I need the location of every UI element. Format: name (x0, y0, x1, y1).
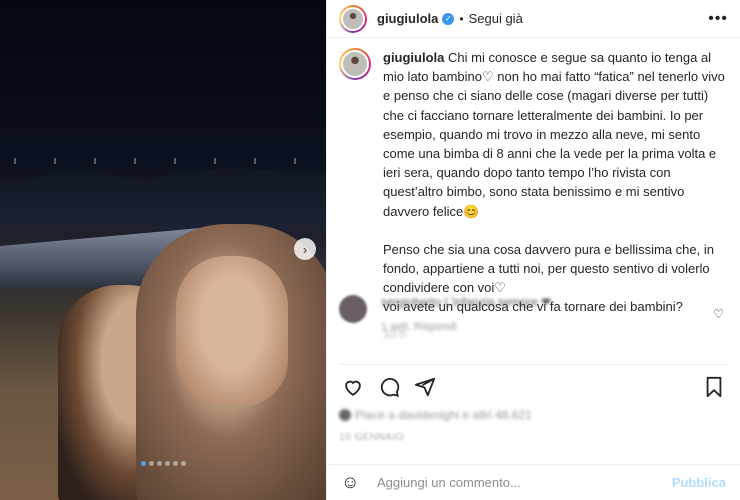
more-options-icon[interactable]: ••• (708, 10, 728, 28)
emoji-icon[interactable]: ☺ (341, 472, 365, 493)
share-icon[interactable] (411, 373, 439, 401)
comment-avatar[interactable] (339, 295, 367, 323)
comment-icon[interactable] (375, 373, 403, 401)
caption: giugiulola Chi mi conosce e segue sa qua… (339, 48, 728, 341)
post-panel: giugiulola ✓ • Segui già ••• giugiulola … (326, 0, 740, 500)
author-username[interactable]: giugiulola (377, 11, 438, 26)
separator-dot: • (459, 11, 464, 26)
carousel-dot (156, 461, 162, 466)
carousel-dot (140, 461, 146, 466)
comment-meta[interactable]: 1 sett. Rispondi (381, 321, 551, 333)
comment-input[interactable] (377, 475, 672, 490)
boy-face (176, 256, 288, 406)
next-slide-button[interactable]: › (294, 238, 316, 260)
post-image[interactable]: › (0, 0, 326, 500)
caption-text: giugiulola Chi mi conosce e segue sa qua… (383, 48, 728, 341)
likes-text: Piace a davidenighi e altri 48.621 (355, 408, 532, 422)
carousel-indicator (0, 461, 326, 466)
post-header: giugiulola ✓ • Segui già ••• (327, 0, 740, 38)
heart-icon[interactable] (339, 373, 367, 401)
caption-username[interactable]: giugiulola (383, 50, 444, 65)
caption-avatar[interactable] (339, 48, 371, 80)
town-lights (0, 158, 326, 164)
post-date: 10 GENNAIO (339, 432, 405, 443)
action-bar (339, 364, 728, 402)
comment-row: sergioberto L’infanzia sempre ❤ 1 sett. … (339, 295, 728, 345)
comment-text: sergioberto L’infanzia sempre ❤ (381, 295, 552, 309)
chevron-right-icon: › (302, 241, 308, 257)
add-comment-bar: ☺ Pubblica (327, 464, 740, 500)
following-button[interactable]: Segui già (469, 11, 523, 26)
carousel-dot (172, 461, 178, 466)
likes-count[interactable]: Piace a davidenighi e altri 48.621 (339, 408, 532, 422)
publish-button[interactable]: Pubblica (672, 475, 726, 490)
caption-paragraph-1: Chi mi conosce e segue sa quanto io teng… (383, 50, 725, 219)
carousel-dot (164, 461, 170, 466)
carousel-dot (180, 461, 186, 466)
carousel-dot (148, 461, 154, 466)
avatar[interactable] (339, 4, 367, 33)
liker-avatar (339, 409, 351, 421)
comment-like-icon[interactable]: ♡ (713, 307, 724, 321)
bookmark-icon[interactable] (700, 373, 728, 401)
caption-paragraph-2: Penso che sia una cosa davvero pura e be… (383, 241, 714, 296)
verified-badge-icon: ✓ (442, 12, 455, 25)
